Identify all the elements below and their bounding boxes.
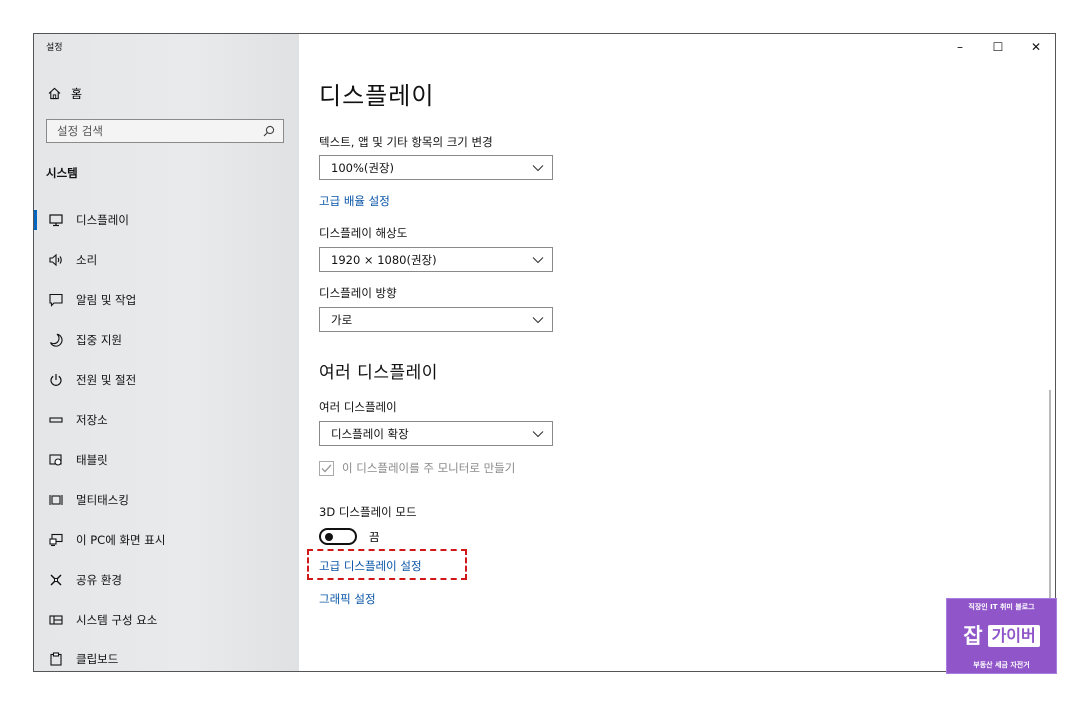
sidebar-item-power[interactable]: 전원 및 절전 xyxy=(34,367,299,393)
3d-mode-toggle[interactable] xyxy=(319,528,357,545)
search-input[interactable]: 설정 검색 xyxy=(46,119,284,143)
search-placeholder: 설정 검색 xyxy=(57,124,103,138)
sidebar-item-label: 알림 및 작업 xyxy=(76,293,137,307)
sidebar-item-clipboard[interactable]: 클립보드 xyxy=(34,646,299,671)
3d-mode-toggle-row: 끔 xyxy=(319,528,380,545)
multitasking-icon xyxy=(48,492,64,508)
clipboard-icon xyxy=(48,651,64,667)
sidebar-item-display[interactable]: 디스플레이 xyxy=(34,207,299,233)
notification-icon xyxy=(48,292,64,308)
sidebar-item-multitasking[interactable]: 멀티태스킹 xyxy=(34,487,299,513)
multiple-displays-label: 여러 디스플레이 xyxy=(319,400,397,414)
sidebar-item-focus-assist[interactable]: 집중 지원 xyxy=(34,327,299,353)
sidebar-item-label: 집중 지원 xyxy=(76,333,122,347)
chevron-down-icon xyxy=(532,430,544,437)
components-icon xyxy=(48,612,64,628)
scale-label: 텍스트, 앱 및 기타 항목의 크기 변경 xyxy=(319,135,493,149)
checkbox-label: 이 디스플레이를 주 모니터로 만들기 xyxy=(342,461,516,475)
watermark-logo: 직장인 IT 취미 블로그 잡 가이버 부동산 세금 자전거 xyxy=(946,598,1057,674)
sidebar-item-tablet[interactable]: 태블릿 xyxy=(34,447,299,473)
home-nav[interactable]: 홈 xyxy=(48,85,82,102)
moon-icon xyxy=(48,332,64,348)
page-title: 디스플레이 xyxy=(319,82,435,110)
watermark-main: 잡 가이버 xyxy=(963,624,1040,648)
multiple-displays-title: 여러 디스플레이 xyxy=(319,363,438,383)
checkbox-box xyxy=(319,460,334,476)
3d-mode-state: 끔 xyxy=(369,529,380,544)
watermark-name: 가이버 xyxy=(987,625,1040,647)
sidebar-item-label: 소리 xyxy=(76,253,98,267)
monitor-icon xyxy=(48,212,64,228)
sidebar-item-project-to-pc[interactable]: 이 PC에 화면 표시 xyxy=(34,527,299,553)
speaker-icon xyxy=(48,252,64,268)
home-label: 홈 xyxy=(71,87,83,101)
sidebar: 설정 홈 설정 검색 시스템 디스플레이 소리 알림 및 작업 집중 지원 전원… xyxy=(34,34,299,671)
graphics-settings-link[interactable]: 그래픽 설정 xyxy=(319,591,376,607)
3d-mode-label: 3D 디스플레이 모드 xyxy=(319,505,417,519)
sidebar-item-notifications[interactable]: 알림 및 작업 xyxy=(34,287,299,313)
watermark-bottom-text: 부동산 세금 자전거 xyxy=(973,661,1030,669)
project-icon xyxy=(48,532,64,548)
sidebar-item-system-components[interactable]: 시스템 구성 요소 xyxy=(34,607,299,633)
chevron-down-icon xyxy=(532,256,544,263)
resolution-dropdown[interactable]: 1920 × 1080(권장) xyxy=(319,247,553,272)
main-display-checkbox[interactable]: 이 디스플레이를 주 모니터로 만들기 xyxy=(319,460,515,476)
sidebar-item-storage[interactable]: 저장소 xyxy=(34,407,299,433)
chevron-down-icon xyxy=(532,316,544,323)
orientation-label: 디스플레이 방향 xyxy=(319,286,397,300)
checkmark-icon xyxy=(321,464,332,472)
scale-value: 100%(권장) xyxy=(331,160,395,175)
toggle-knob xyxy=(325,532,333,541)
section-title-system: 시스템 xyxy=(46,166,78,180)
orientation-value: 가로 xyxy=(331,312,353,327)
resolution-label: 디스플레이 해상도 xyxy=(319,226,408,240)
multiple-displays-dropdown[interactable]: 디스플레이 확장 xyxy=(319,421,553,446)
sidebar-item-label: 클립보드 xyxy=(76,652,119,666)
resolution-value: 1920 × 1080(권장) xyxy=(331,252,437,267)
sidebar-item-shared-experiences[interactable]: 공유 환경 xyxy=(34,567,299,593)
sidebar-item-label: 이 PC에 화면 표시 xyxy=(76,533,166,547)
chevron-down-icon xyxy=(532,164,544,171)
app-title: 설정 xyxy=(46,43,63,53)
sidebar-item-label: 시스템 구성 요소 xyxy=(76,613,158,627)
settings-window: 설정 홈 설정 검색 시스템 디스플레이 소리 알림 및 작업 집중 지원 전원… xyxy=(33,33,1056,672)
main-content: 디스플레이 텍스트, 앱 및 기타 항목의 크기 변경 100%(권장) 고급 … xyxy=(307,34,1055,671)
advanced-scaling-link[interactable]: 고급 배율 설정 xyxy=(319,193,390,209)
sidebar-item-label: 멀티태스킹 xyxy=(76,493,129,507)
share-icon xyxy=(48,572,64,588)
sidebar-item-label: 공유 환경 xyxy=(76,573,122,587)
power-icon xyxy=(48,372,64,388)
multiple-displays-value: 디스플레이 확장 xyxy=(331,426,409,441)
storage-icon xyxy=(48,412,64,428)
orientation-dropdown[interactable]: 가로 xyxy=(319,307,553,332)
tablet-icon xyxy=(48,452,64,468)
sidebar-item-sound[interactable]: 소리 xyxy=(34,247,299,273)
sidebar-item-label: 저장소 xyxy=(76,413,108,427)
scrollbar[interactable] xyxy=(1049,390,1051,600)
sidebar-item-label: 전원 및 절전 xyxy=(76,373,137,387)
sidebar-item-label: 태블릿 xyxy=(76,453,108,467)
sidebar-item-label: 디스플레이 xyxy=(76,213,129,227)
watermark-top-text: 직장인 IT 취미 블로그 xyxy=(968,603,1035,611)
scale-dropdown[interactable]: 100%(권장) xyxy=(319,155,553,180)
home-icon xyxy=(48,87,61,100)
advanced-display-settings-link[interactable]: 고급 디스플레이 설정 xyxy=(319,558,422,574)
watermark-initial: 잡 xyxy=(963,624,983,648)
search-icon xyxy=(263,125,275,137)
